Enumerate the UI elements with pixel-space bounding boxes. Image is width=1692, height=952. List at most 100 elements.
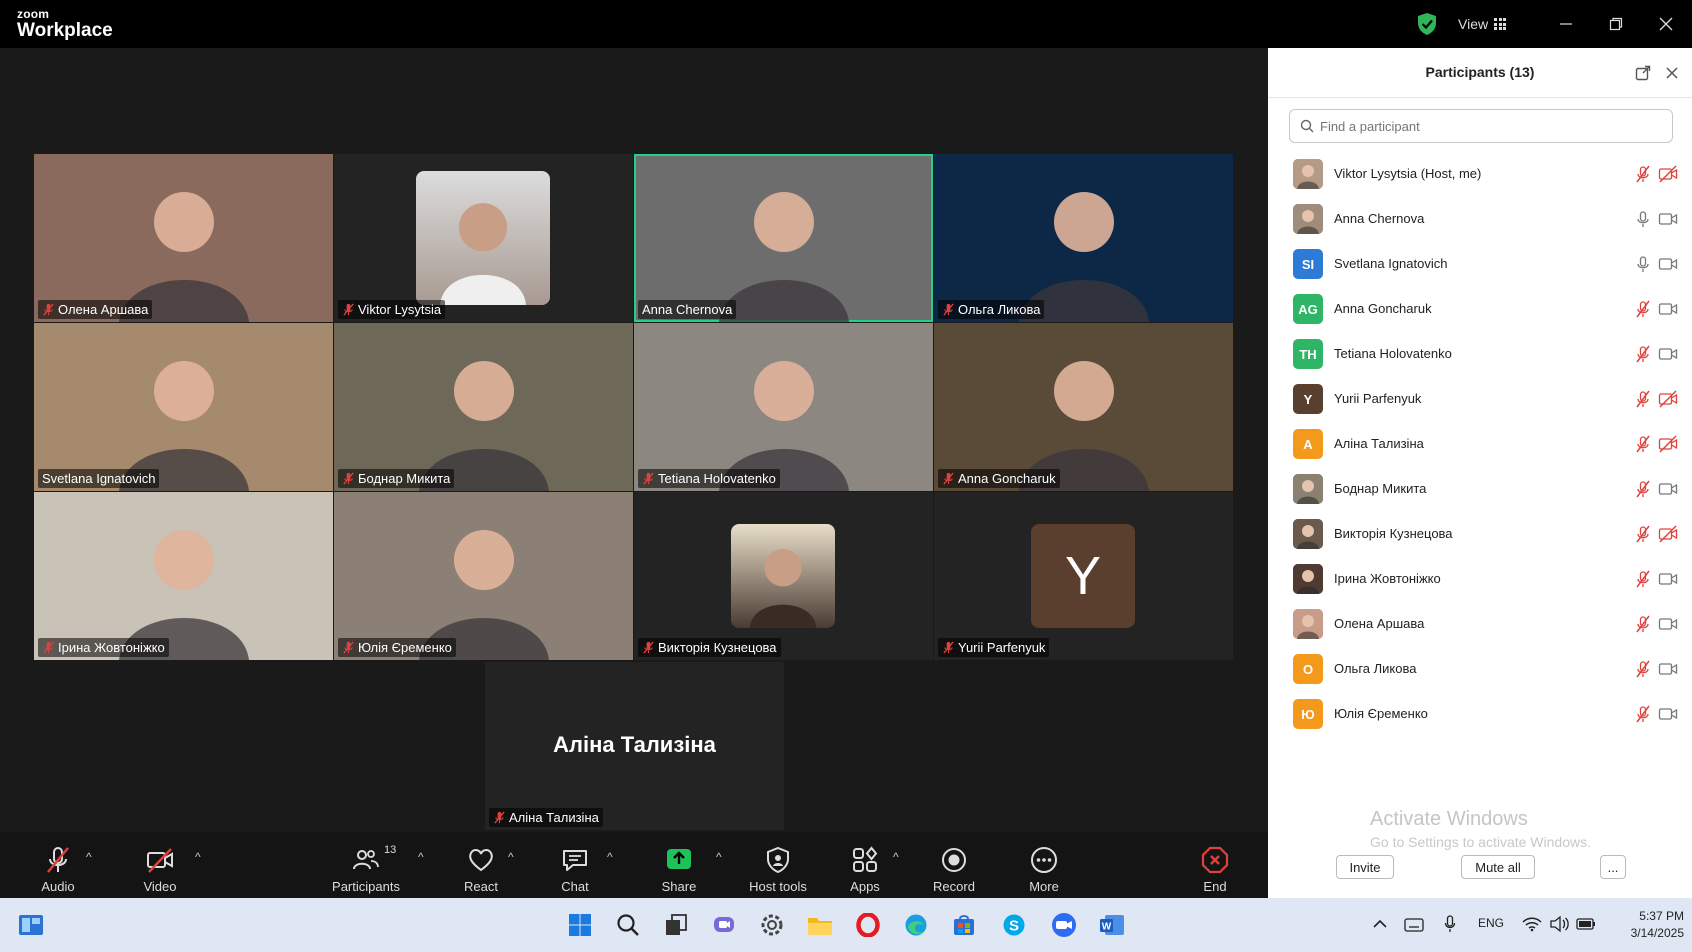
video-tile[interactable]: Anna Chernova [634,154,933,322]
apps-button[interactable]: Apps [820,838,910,894]
video-tile-alina[interactable]: Аліна Тализіна Аліна Тализіна [485,662,784,830]
chevron-up-icon[interactable] [1373,919,1387,929]
video-tile[interactable]: Viktor Lysytsia [334,154,633,322]
video-tile[interactable]: Ольга Ликова [934,154,1233,322]
word-button[interactable]: W [1098,911,1126,939]
edge-browser-button[interactable] [902,911,930,939]
mic-muted-icon[interactable] [1634,390,1652,408]
mic-icon[interactable] [1634,255,1652,273]
end-meeting-button[interactable]: End [1170,838,1260,894]
participant-row[interactable]: Ірина Жовтоніжко [1268,557,1692,602]
video-options-caret-icon[interactable]: ^ [195,850,201,864]
participant-row[interactable]: Ю Юлія Єременко [1268,692,1692,737]
panel-more-button[interactable]: ... [1600,855,1626,879]
video-button[interactable]: Video [115,838,205,894]
video-tile[interactable]: Y Yurii Parfenyuk [934,492,1233,660]
zoom-taskbar-button[interactable] [1050,911,1078,939]
search-taskbar-button[interactable] [614,911,642,939]
teams-chat-button[interactable] [710,911,738,939]
react-button[interactable]: React [436,838,526,894]
participant-row[interactable]: Боднар Микита [1268,467,1692,512]
video-tile[interactable]: Олена Аршава [34,154,333,322]
more-button[interactable]: More [999,838,1089,894]
participant-row[interactable]: AG Anna Goncharuk [1268,287,1692,332]
participant-row[interactable]: Viktor Lysytsia (Host, me) [1268,152,1692,197]
skype-button[interactable]: S [1000,911,1028,939]
settings-app-button[interactable] [758,911,786,939]
encryption-shield-icon[interactable] [1416,12,1438,36]
close-panel-button[interactable] [1663,64,1681,82]
camera-icon[interactable] [1658,660,1678,678]
restore-button[interactable] [1602,10,1630,38]
start-button[interactable] [566,911,594,939]
keyboard-icon[interactable] [1404,918,1424,932]
language-indicator[interactable]: ENG [1478,916,1504,930]
opera-browser-button[interactable] [854,911,882,939]
participant-row[interactable]: Y Yurii Parfenyuk [1268,377,1692,422]
camera-icon[interactable] [1658,570,1678,588]
camera-off-icon[interactable] [1658,165,1678,183]
video-tile[interactable]: Tetiana Holovatenko [634,323,933,491]
participants-button[interactable]: Participants [321,838,411,894]
participant-row[interactable]: O Ольга Ликова [1268,647,1692,692]
widgets-button[interactable] [17,911,45,939]
mic-muted-icon[interactable] [1634,345,1652,363]
pop-out-button[interactable] [1634,64,1652,82]
mute-all-button[interactable]: Mute all [1461,855,1535,879]
camera-off-icon[interactable] [1658,435,1678,453]
participant-search-box[interactable] [1289,109,1673,143]
mic-muted-icon[interactable] [1634,615,1652,633]
mic-muted-icon[interactable] [1634,705,1652,723]
camera-icon[interactable] [1658,705,1678,723]
microphone-icon[interactable] [1444,915,1456,933]
mic-muted-icon[interactable] [1634,480,1652,498]
react-options-caret-icon[interactable]: ^ [508,850,514,864]
share-button[interactable]: Share [634,838,724,894]
camera-off-icon[interactable] [1658,525,1678,543]
audio-button[interactable]: Audio [13,838,103,894]
host-tools-button[interactable]: Host tools [733,838,823,894]
participant-row[interactable]: TH Tetiana Holovatenko [1268,332,1692,377]
camera-icon[interactable] [1658,615,1678,633]
camera-off-icon[interactable] [1658,390,1678,408]
camera-icon[interactable] [1658,255,1678,273]
camera-icon[interactable] [1658,210,1678,228]
participant-row[interactable]: Викторія Кузнецова [1268,512,1692,557]
video-tile[interactable]: Ірина Жовтоніжко [34,492,333,660]
participant-row[interactable]: A Аліна Тализіна [1268,422,1692,467]
camera-icon[interactable] [1658,480,1678,498]
battery-icon[interactable] [1576,917,1596,931]
record-button[interactable]: Record [909,838,999,894]
camera-icon[interactable] [1658,300,1678,318]
mic-muted-icon[interactable] [1634,300,1652,318]
mic-icon[interactable] [1634,210,1652,228]
mic-muted-icon[interactable] [1634,165,1652,183]
participant-row[interactable]: Олена Аршава [1268,602,1692,647]
mic-muted-icon[interactable] [1634,525,1652,543]
volume-icon[interactable] [1550,916,1570,932]
apps-options-caret-icon[interactable]: ^ [893,850,899,864]
share-options-caret-icon[interactable]: ^ [716,850,722,864]
participant-row[interactable]: Anna Chernova [1268,197,1692,242]
store-button[interactable] [950,911,978,939]
file-explorer-button[interactable] [806,911,834,939]
video-tile[interactable]: Юлія Єременко [334,492,633,660]
video-tile[interactable]: Anna Goncharuk [934,323,1233,491]
camera-icon[interactable] [1658,345,1678,363]
participant-search-input[interactable] [1320,114,1660,138]
wifi-icon[interactable] [1522,916,1542,932]
close-window-button[interactable] [1652,10,1680,38]
chat-options-caret-icon[interactable]: ^ [607,850,613,864]
invite-button[interactable]: Invite [1336,855,1394,879]
minimize-button[interactable] [1552,10,1580,38]
video-tile[interactable]: Боднар Микита [334,323,633,491]
audio-options-caret-icon[interactable]: ^ [86,850,92,864]
view-button[interactable]: View [1458,13,1507,35]
task-view-button[interactable] [662,911,690,939]
video-tile[interactable]: Svetlana Ignatovich [34,323,333,491]
system-clock[interactable]: 5:37 PM 3/14/2025 [1604,908,1684,942]
participant-row[interactable]: SI Svetlana Ignatovich [1268,242,1692,287]
chat-button[interactable]: Chat [530,838,620,894]
video-tile[interactable]: Викторія Кузнецова [634,492,933,660]
mic-muted-icon[interactable] [1634,660,1652,678]
